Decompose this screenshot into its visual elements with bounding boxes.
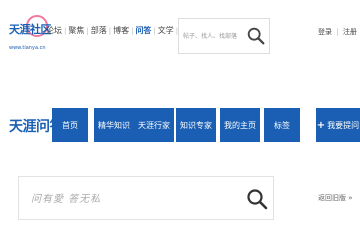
logo-url: www.tianya.cn (9, 45, 46, 51)
qa-search-box (18, 176, 274, 220)
topnav-item-jujiao[interactable]: 聚焦 (68, 25, 84, 36)
top-bar: 天涯社区 www.tianya.cn 论坛 | 聚焦 | 部落 | 博客 | 问… (0, 0, 360, 76)
qa-search-input[interactable] (31, 189, 231, 209)
double-chevron-right-icon: » (348, 194, 353, 202)
section-tab-my-homepage[interactable]: 我的主页 (220, 108, 260, 142)
nav-separator: | (131, 26, 134, 35)
ask-question-label: 我要提问 (327, 120, 360, 130)
back-to-old-version-link[interactable]: 返回旧版 » (318, 193, 353, 203)
section-nav: 天涯问答 首页 精华知识 天涯行家 知识专家 我的主页 标签 + 我要提问 (0, 104, 360, 148)
nav-separator: | (108, 26, 112, 35)
topnav-item-boke[interactable]: 博客 (113, 25, 129, 36)
section-tab-home[interactable]: 首页 (52, 108, 88, 142)
nav-separator: | (153, 26, 156, 35)
logo-text: 天涯社区 (9, 23, 52, 36)
topnav-item-wenda[interactable]: 问答 (135, 25, 151, 36)
topnav-item-luntan[interactable]: 论坛 (46, 25, 62, 36)
topnav-item-wenxue[interactable]: 文学 (158, 25, 174, 36)
back-link-label: 返回旧版 (318, 194, 346, 202)
search-icon[interactable] (245, 25, 267, 47)
section-tab-knowledge-experts[interactable]: 知识专家 (176, 108, 216, 142)
nav-separator: | (86, 26, 89, 35)
login-link[interactable]: 登录 (318, 28, 332, 36)
search-icon[interactable] (245, 187, 269, 211)
tianya-logo[interactable]: 天涯社区 www.tianya.cn (9, 15, 52, 59)
plus-icon: + (316, 119, 326, 131)
top-search-box (178, 18, 270, 54)
topnav-item-buluo[interactable]: 部落 (91, 25, 107, 36)
section-tab-featured-knowledge[interactable]: 精华知识 (94, 108, 134, 142)
nav-separator: | (64, 26, 67, 35)
ask-question-button[interactable]: + 我要提问 (316, 108, 360, 142)
user-links: 登录 | 注册 (318, 27, 357, 37)
top-search-input[interactable] (183, 29, 247, 43)
section-tab-tags[interactable]: 标签 (264, 108, 300, 142)
section-tab-tianya-experts[interactable]: 天涯行家 (134, 108, 174, 142)
user-link-separator: | (336, 28, 339, 36)
register-link[interactable]: 注册 (343, 28, 357, 36)
